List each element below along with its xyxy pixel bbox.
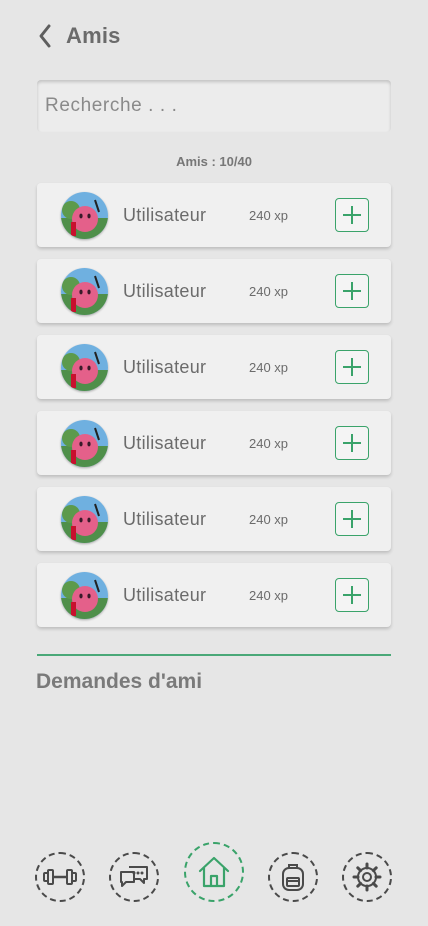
avatar xyxy=(61,496,108,543)
nav-settings-button[interactable] xyxy=(342,852,392,902)
plus-icon xyxy=(343,434,361,452)
add-friend-button[interactable] xyxy=(335,350,369,384)
xp-label: 240 xp xyxy=(249,588,289,603)
avatar xyxy=(61,268,108,315)
dumbbell-icon xyxy=(43,869,77,885)
friend-card[interactable]: Utilisateur 240 xp xyxy=(37,183,391,247)
username: Utilisateur xyxy=(123,585,207,605)
add-friend-button[interactable] xyxy=(335,502,369,536)
back-button[interactable] xyxy=(34,20,56,52)
xp-label: 240 xp xyxy=(249,436,289,451)
xp-label: 240 xp xyxy=(249,512,289,527)
nav-chat-button[interactable] xyxy=(109,852,159,902)
friend-card[interactable]: Utilisateur 240 xp xyxy=(37,411,391,475)
friend-card[interactable]: Utilisateur 240 xp xyxy=(37,487,391,551)
gear-icon xyxy=(352,862,382,892)
xp-label: 240 xp xyxy=(249,208,289,223)
xp-label: 240 xp xyxy=(249,284,289,299)
add-friend-button[interactable] xyxy=(335,198,369,232)
chevron-left-icon xyxy=(39,24,51,48)
username: Utilisateur xyxy=(123,509,207,529)
add-friend-button[interactable] xyxy=(335,274,369,308)
plus-icon xyxy=(343,586,361,604)
username: Utilisateur xyxy=(123,357,207,377)
avatar xyxy=(61,344,108,391)
avatar xyxy=(61,572,108,619)
friend-card[interactable]: Utilisateur 240 xp xyxy=(37,335,391,399)
nav-home-button[interactable] xyxy=(184,842,244,902)
page-title: Amis xyxy=(66,23,121,48)
friend-list: Utilisateur 240 xp Utilisateur 240 xp Ut… xyxy=(37,183,391,639)
plus-icon xyxy=(343,510,361,528)
username: Utilisateur xyxy=(123,281,207,301)
xp-label: 240 xp xyxy=(249,360,289,375)
plus-icon xyxy=(343,358,361,376)
friend-card[interactable]: Utilisateur 240 xp xyxy=(37,259,391,323)
plus-icon xyxy=(343,282,361,300)
nav-inventory-button[interactable] xyxy=(268,852,318,902)
friend-count: Amis : 10/40 xyxy=(176,154,252,169)
header: Amis xyxy=(34,20,121,52)
backpack-icon xyxy=(282,864,304,891)
plus-icon xyxy=(343,206,361,224)
avatar xyxy=(61,420,108,467)
divider xyxy=(37,654,391,656)
nav-workout-button[interactable] xyxy=(35,852,85,902)
search-field[interactable] xyxy=(37,80,407,132)
friend-card[interactable]: Utilisateur 240 xp xyxy=(37,563,391,627)
add-friend-button[interactable] xyxy=(335,578,369,612)
home-icon xyxy=(198,856,230,888)
username: Utilisateur xyxy=(123,433,207,453)
avatar xyxy=(61,192,108,239)
add-friend-button[interactable] xyxy=(335,426,369,460)
search-input[interactable] xyxy=(37,80,407,132)
chat-icon xyxy=(120,866,148,887)
username: Utilisateur xyxy=(123,205,207,225)
friend-requests-title: Demandes d'ami xyxy=(36,670,203,693)
bottom-nav xyxy=(0,840,428,920)
